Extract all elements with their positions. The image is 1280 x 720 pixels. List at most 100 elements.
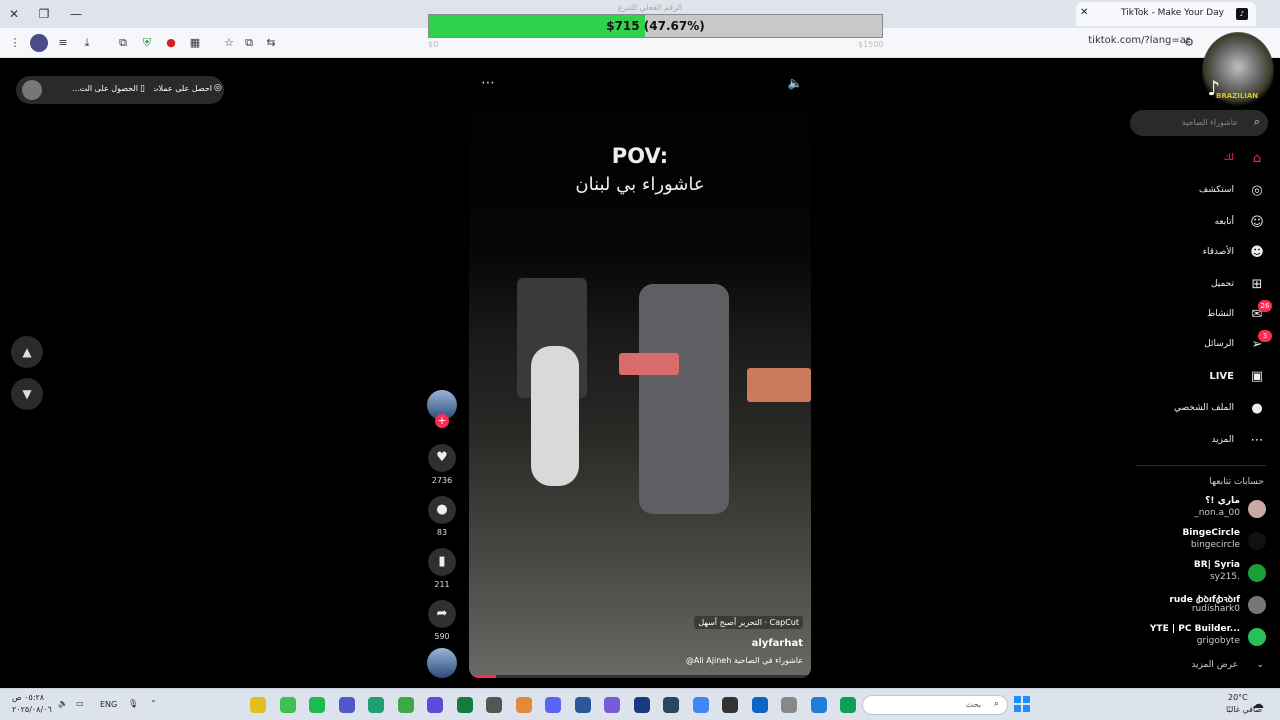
weather-icon[interactable]: ☁ — [1252, 697, 1264, 711]
taskbar-app-icon[interactable] — [751, 697, 768, 713]
search-icon[interactable]: ⌕ — [1254, 115, 1260, 129]
extensions-icon[interactable]: ⧉ — [114, 34, 132, 52]
taskbar-app-icon[interactable] — [427, 697, 443, 713]
taskbar-app-icon[interactable] — [397, 697, 414, 713]
sidebar-item-2[interactable]: أتابعه ☺ — [1136, 212, 1266, 234]
taskbar-app-icon[interactable] — [338, 697, 355, 713]
account-name: BingeCircle — [1182, 528, 1240, 538]
taskbar-app-icon[interactable] — [574, 697, 591, 713]
previous-video-button[interactable]: ▲ — [11, 336, 43, 368]
taskbar-app-icon[interactable] — [515, 697, 532, 713]
sidebar-item-0[interactable]: لك ⌂ — [1136, 148, 1266, 170]
taskbar-app-icon[interactable] — [486, 697, 502, 713]
video-progress-bar[interactable] — [469, 675, 811, 678]
taskbar-app-icon[interactable] — [810, 697, 827, 713]
following-account[interactable]: BR| Syria sy215. — [1132, 560, 1266, 588]
taskbar-app-icon[interactable] — [279, 697, 296, 713]
get-coins-pill[interactable]: الحصول على الت... ▯ احصل على عملات ◎ — [16, 76, 224, 104]
capcut-label[interactable]: CapCut · التحرير أصبح أسهل — [694, 616, 803, 629]
following-accounts-title: حسابات تتابعها — [1209, 477, 1264, 487]
more-options-icon[interactable]: ⋯ — [480, 76, 496, 92]
taskbar-app-icon[interactable] — [250, 697, 266, 713]
taskbar-app-icon[interactable] — [633, 697, 650, 713]
taskbar-app-icon[interactable] — [840, 697, 856, 713]
messages-icon: ➢ 3 — [1248, 330, 1272, 354]
heart-icon[interactable]: ♥ — [428, 444, 456, 472]
sidebar-item-label: الأصدقاء — [1202, 247, 1234, 257]
taskbar-app-icon[interactable] — [781, 697, 797, 713]
video-player[interactable]: POV: عاشوراء بي لبنان CapCut · التحرير أ… — [469, 68, 811, 678]
tiktok-icon: ♪ — [1236, 8, 1248, 20]
tiktok-logo[interactable]: ♪ — [1207, 76, 1220, 100]
sidebar-divider — [1136, 465, 1266, 466]
taskbar-search[interactable]: بحث ⌕ — [862, 695, 1008, 715]
taskbar-app-icon[interactable] — [456, 697, 473, 713]
reading-list-icon[interactable]: ≡ — [54, 34, 72, 52]
sidebar-item-7[interactable]: LIVE ▣ — [1136, 366, 1266, 388]
following-account[interactable]: rude ꞗꝺıfꞗꝛꝺıf rudishark0 — [1132, 592, 1266, 620]
sidebar-item-5[interactable]: النشاط ✉ 26 — [1136, 300, 1272, 326]
chevron-down-icon: ⌄ — [1256, 660, 1264, 670]
bookmark-icon[interactable]: ▮ — [428, 548, 456, 576]
following-account[interactable]: YTE | PC Builder... grigobyte — [1132, 624, 1266, 652]
sidebar-item-1[interactable]: استكشف ◎ — [1136, 180, 1266, 202]
taskbar-app-icon[interactable] — [309, 697, 325, 713]
taskbar-app-icon[interactable] — [692, 697, 709, 713]
follow-button[interactable]: + — [435, 414, 449, 428]
page-settings-icon[interactable]: ⚙ — [1180, 34, 1198, 52]
qr-icon[interactable]: ▦ — [186, 34, 204, 52]
sidebar-item-9[interactable]: المزيد ⋯ — [1136, 430, 1266, 452]
following-account[interactable]: ماري !؟ _non.a_00 — [1132, 496, 1266, 524]
share-action[interactable]: ➦ 590 — [428, 600, 456, 641]
save-action[interactable]: ▮ 211 — [428, 548, 456, 589]
windows-start-icon[interactable] — [1014, 696, 1030, 712]
avatar — [1248, 500, 1266, 518]
following-account[interactable]: BingeCircle bingecircle — [1132, 528, 1266, 556]
taskbar-app-icon[interactable] — [722, 697, 738, 713]
comment-icon[interactable]: ● — [428, 496, 456, 524]
split-view-icon[interactable]: ⇆ — [262, 34, 280, 52]
profile-icon[interactable] — [30, 34, 48, 52]
sidebar-item-label: لك — [1223, 153, 1234, 163]
sidebar-item-4[interactable]: تحميل ⊞ — [1136, 274, 1266, 296]
close-window-icon[interactable]: ✕ — [4, 4, 24, 24]
search-icon: ⌕ — [993, 699, 999, 709]
sidebar-item-8[interactable]: الملف الشخصي ● — [1136, 398, 1266, 420]
volume-icon[interactable]: 🔈 — [787, 76, 803, 92]
comment-action[interactable]: ● 83 — [428, 496, 456, 537]
address-bar[interactable]: tiktok.com/?lang=ar — [1088, 35, 1190, 46]
maximize-window-icon[interactable]: ❐ — [34, 4, 54, 24]
tray-chevron-icon[interactable]: ⌃ — [150, 699, 157, 708]
taskbar-app-icon[interactable] — [545, 697, 561, 713]
video-author[interactable]: alyfarhat — [752, 638, 803, 649]
language-indicator[interactable]: ENG — [100, 700, 117, 709]
bookmark-star-icon[interactable]: ☆ — [220, 34, 238, 52]
box-figure — [619, 353, 679, 375]
mic-tray-icon[interactable]: 🎙 — [128, 699, 138, 708]
like-action[interactable]: ♥ 2736 — [428, 444, 456, 485]
taskbar-app-icon[interactable] — [663, 697, 679, 713]
menu-icon[interactable]: ⋮ — [6, 34, 24, 52]
download-icon[interactable]: ⤓ — [78, 34, 96, 52]
search-input[interactable]: عاشوراء الصاحية ⌕ — [1130, 110, 1268, 136]
collections-icon[interactable]: ⧉ — [240, 34, 258, 52]
next-video-button[interactable]: ▼ — [11, 378, 43, 410]
taskbar-app-icon[interactable] — [604, 697, 620, 713]
taskbar-app-icon[interactable] — [368, 697, 384, 713]
volume-tray-icon[interactable]: 🔈 — [58, 699, 68, 708]
record-icon[interactable]: ● — [162, 34, 180, 52]
network-tray-icon[interactable]: ▭ — [76, 699, 84, 708]
sidebar-item-3[interactable]: الأصدقاء ☻ — [1136, 242, 1266, 264]
shield-icon[interactable]: ⛨ — [138, 34, 156, 52]
show-more-button[interactable]: عرض المزيد ⌄ — [1132, 660, 1266, 674]
sound-avatar[interactable] — [427, 648, 457, 678]
minimize-window-icon[interactable]: — — [66, 4, 86, 24]
browser-tab[interactable]: ✕ TikTok - Make Your Day ♪ — [1076, 2, 1256, 26]
sidebar-item-label: أتابعه — [1214, 217, 1234, 227]
sidebar-item-6[interactable]: الرسائل ➢ 3 — [1136, 330, 1272, 356]
clock-date: ٢٠٢٥/٠٨/٠٦ — [12, 705, 52, 714]
comment-count: 83 — [436, 528, 448, 537]
close-tab-icon[interactable]: ✕ — [1080, 7, 1092, 19]
notification-badge: 3 — [1258, 330, 1272, 342]
share-icon[interactable]: ➦ — [428, 600, 456, 628]
